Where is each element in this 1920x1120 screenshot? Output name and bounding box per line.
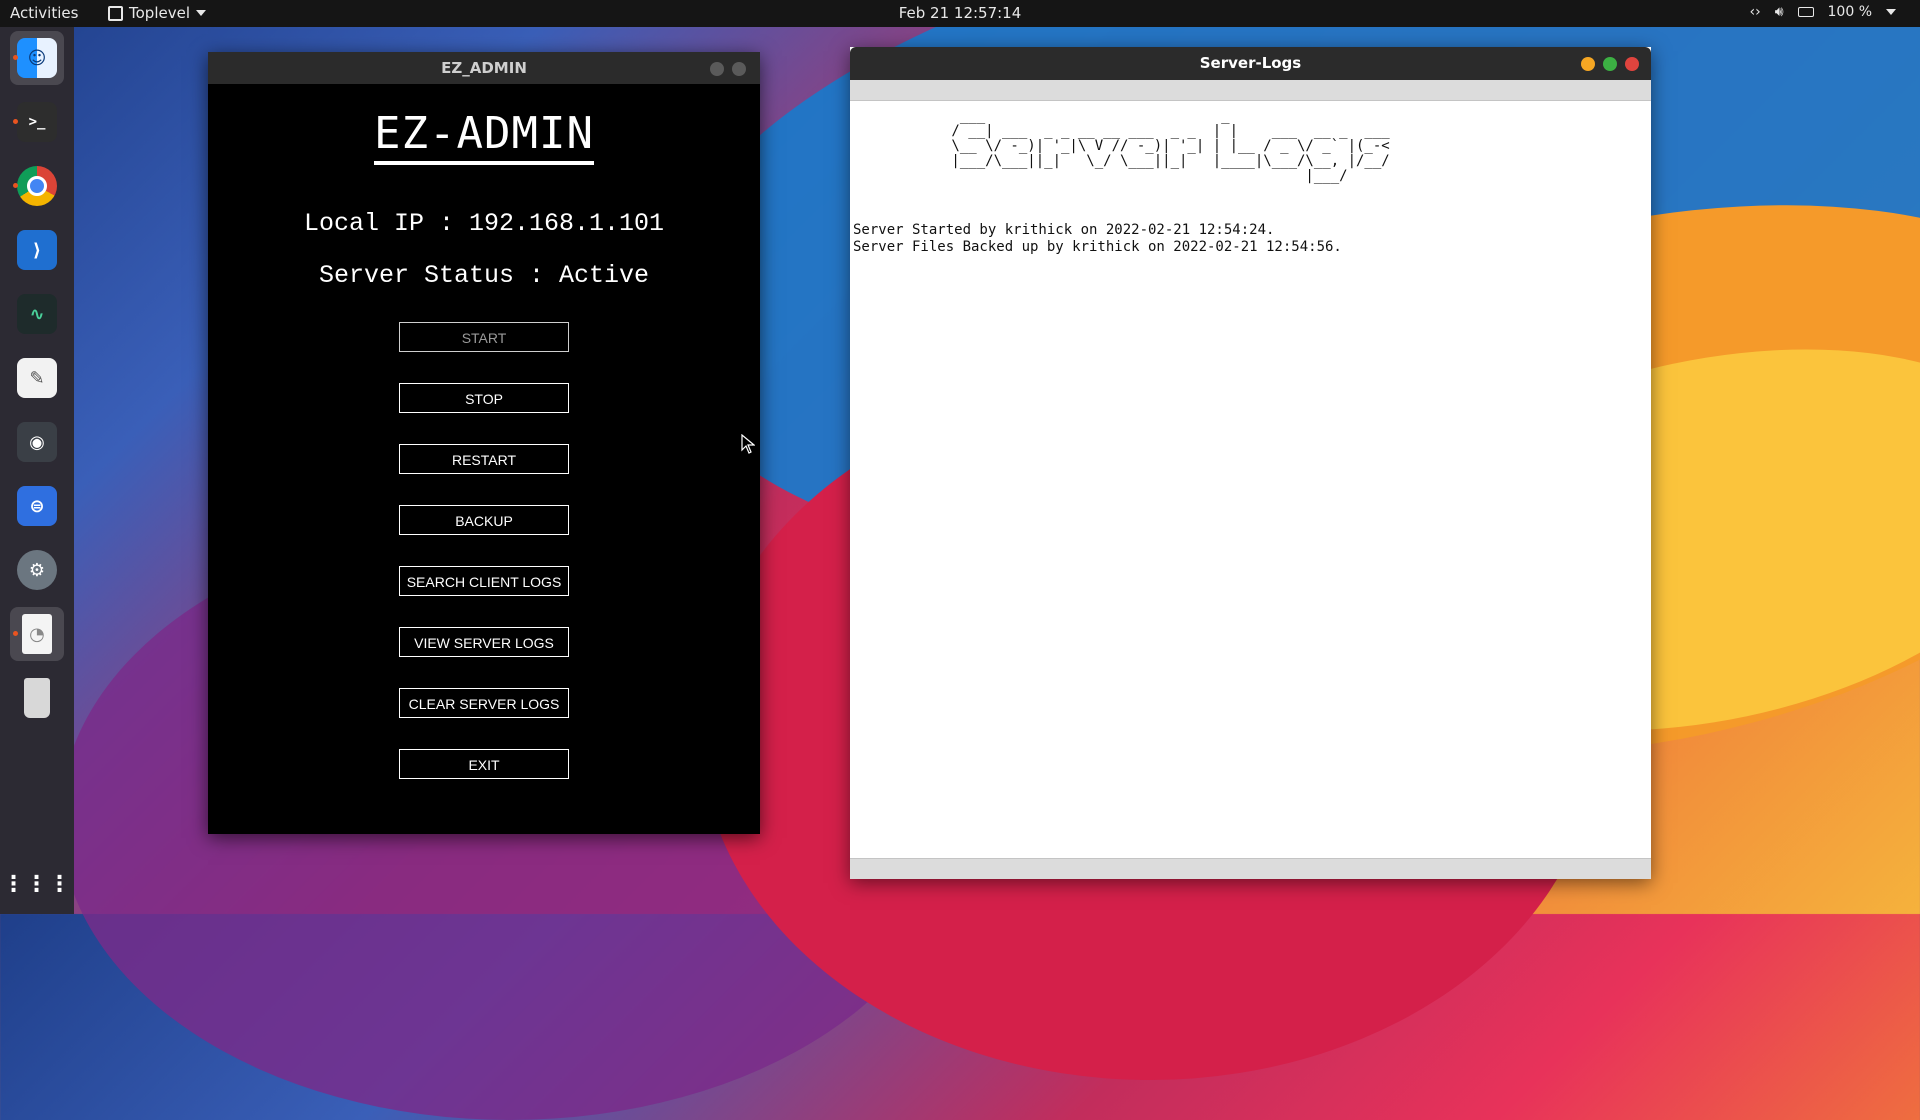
trash-icon xyxy=(24,678,50,718)
clear-server-logs-button[interactable]: CLEAR SERVER LOGS xyxy=(399,688,569,718)
dock-document-viewer[interactable]: ◔ xyxy=(10,607,64,661)
running-indicator xyxy=(13,183,18,188)
show-apps-button[interactable]: ⋮⋮⋮ xyxy=(2,857,72,911)
clock[interactable]: Feb 21 12:57:14 xyxy=(0,4,1920,22)
window-title: Server-Logs xyxy=(1199,54,1302,72)
document-icon: ◔ xyxy=(22,614,52,654)
exit-button[interactable]: EXIT xyxy=(399,749,569,779)
heading: EZ-ADMIN xyxy=(208,108,760,165)
dock-system-monitor[interactable]: ∿ xyxy=(10,287,64,341)
screenshot-icon: ◉ xyxy=(17,422,57,462)
app-heading: EZ-ADMIN xyxy=(374,108,594,165)
dock-tweaks[interactable]: ⊜ xyxy=(10,479,64,533)
apps-grid-icon: ⋮⋮⋮ xyxy=(2,871,72,897)
log-text-area[interactable]: ___ _ / __| ___ _ _ __ __ ___ _ _ | | __… xyxy=(853,101,1648,859)
settings-gear-icon: ⚙ xyxy=(17,550,57,590)
dock-finder[interactable]: ☺ xyxy=(10,31,64,85)
log-line: Server Files Backed up by krithick on 20… xyxy=(853,239,1342,255)
minimize-button[interactable] xyxy=(1581,57,1595,71)
server-logs-window: Server-Logs ___ _ / __| ___ _ _ __ __ __… xyxy=(850,47,1651,879)
local-ip-label: Local IP : 192.168.1.101 xyxy=(303,209,665,238)
vscode-icon: ⟩ xyxy=(17,230,57,270)
maximize-button[interactable] xyxy=(1603,57,1617,71)
close-button[interactable] xyxy=(1625,57,1639,71)
running-indicator xyxy=(13,55,18,60)
restart-button[interactable]: RESTART xyxy=(399,444,569,474)
close-button[interactable] xyxy=(732,62,746,76)
backup-button[interactable]: BACKUP xyxy=(399,505,569,535)
system-monitor-icon: ∿ xyxy=(17,294,57,334)
stop-button[interactable]: STOP xyxy=(399,383,569,413)
window-title: EZ_ADMIN xyxy=(441,59,527,77)
dock-vscode[interactable]: ⟩ xyxy=(10,223,64,277)
dock-terminal[interactable]: >_ xyxy=(10,95,64,149)
tweaks-icon: ⊜ xyxy=(17,486,57,526)
running-indicator xyxy=(13,631,18,636)
dock: ☺ >_ ⟩ ∿ ✎ ◉ ⊜ ⚙ ◔ ⋮⋮⋮ xyxy=(0,27,74,914)
battery-percentage: 100 % xyxy=(1827,4,1872,20)
top-bar: Activities Toplevel Feb 21 12:57:14 ‹› 🔊… xyxy=(0,0,1920,27)
status-strip xyxy=(850,858,1651,879)
text-editor-icon: ✎ xyxy=(17,358,57,398)
chrome-icon xyxy=(17,166,57,206)
start-button[interactable]: START xyxy=(399,322,569,352)
battery-icon xyxy=(1797,7,1814,17)
system-tray[interactable]: ‹› 🔊︎ 100 % xyxy=(1749,4,1896,20)
ascii-banner: ___ _ / __| ___ _ _ __ __ ___ _ _ | | __… xyxy=(951,108,1390,184)
server-status-label: Server Status : Active xyxy=(318,261,650,290)
ez-admin-window: EZ_ADMIN EZ-ADMIN Local IP : 192.168.1.1… xyxy=(208,52,760,834)
terminal-icon: >_ xyxy=(17,102,57,142)
log-line: Server Started by krithick on 2022-02-21… xyxy=(853,222,1275,238)
mouse-cursor-icon xyxy=(741,434,755,454)
server-logs-titlebar[interactable]: Server-Logs xyxy=(850,47,1651,80)
volume-icon: 🔊︎ xyxy=(1774,4,1784,20)
menu-strip xyxy=(850,80,1651,101)
minimize-button[interactable] xyxy=(710,62,724,76)
dock-text-editor[interactable]: ✎ xyxy=(10,351,64,405)
dock-chrome[interactable] xyxy=(10,159,64,213)
ez-admin-titlebar[interactable]: EZ_ADMIN xyxy=(208,52,760,84)
dock-screenshot[interactable]: ◉ xyxy=(10,415,64,469)
view-server-logs-button[interactable]: VIEW SERVER LOGS xyxy=(399,627,569,657)
search-client-logs-button[interactable]: SEARCH CLIENT LOGS xyxy=(399,566,569,596)
dock-settings[interactable]: ⚙ xyxy=(10,543,64,597)
dock-trash[interactable] xyxy=(10,671,64,725)
network-icon: ‹› xyxy=(1749,4,1761,20)
running-indicator xyxy=(13,119,18,124)
chevron-down-icon xyxy=(1886,9,1896,15)
finder-icon: ☺ xyxy=(17,38,57,78)
